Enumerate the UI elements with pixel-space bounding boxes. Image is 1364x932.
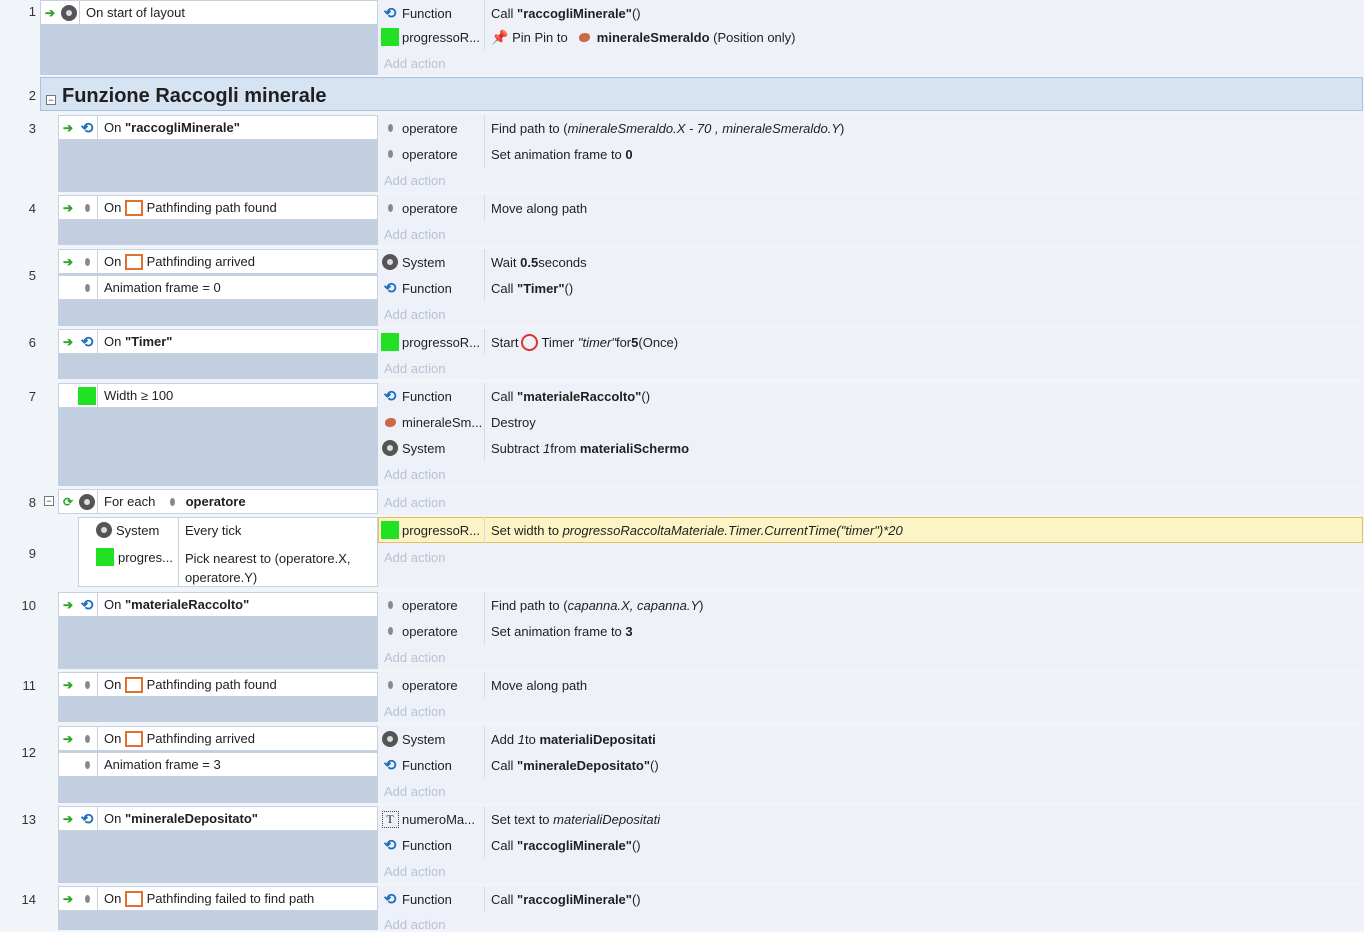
arrow-icon: ➔: [44, 5, 56, 20]
pathfinding-icon: [124, 253, 143, 270]
action-row[interactable]: ⟲ Function Call "raccogliMinerale" (): [378, 886, 641, 912]
event-number: 9: [28, 546, 36, 561]
rock-icon: [578, 32, 590, 42]
action-row[interactable]: ⟲ Function Call "raccogliMinerale" (): [378, 832, 641, 858]
pathfinding-icon: [124, 199, 143, 216]
add-action-link[interactable]: Add action: [384, 467, 445, 482]
add-action-link[interactable]: Add action: [384, 173, 445, 188]
action-row[interactable]: ⟲ Function Call "materialeRaccolto" (): [378, 383, 650, 409]
gear-icon: [382, 254, 398, 270]
event-number: 4: [28, 201, 36, 216]
add-action-link[interactable]: Add action: [384, 704, 445, 719]
event-number: 13: [21, 812, 36, 827]
action-row[interactable]: System Subtract 1 from materialiSchermo: [378, 435, 689, 461]
action-row[interactable]: System Wait 0.5 seconds: [378, 249, 587, 275]
condition-path-found[interactable]: ➔ On Pathfinding path found: [58, 672, 378, 697]
add-action-link[interactable]: Add action: [384, 227, 445, 242]
action-row[interactable]: operatore Find path to (capanna.X, capan…: [378, 592, 704, 618]
add-action-link[interactable]: Add action: [384, 650, 445, 665]
event-number: 7: [28, 389, 36, 404]
action-row[interactable]: mineraleSm... Destroy: [378, 409, 536, 435]
action-row[interactable]: operatore Set animation frame to 3: [378, 618, 633, 644]
condition-every-tick: Every tick: [185, 523, 242, 538]
event-number: 1: [28, 4, 36, 19]
action-row[interactable]: ⟲ Function Call "Timer" (): [378, 275, 573, 301]
rock-icon: [384, 417, 396, 427]
action-row[interactable]: progressoR... Start Timer "timer" for 5 …: [378, 329, 678, 355]
condition-arrived[interactable]: ➔ On Pathfinding arrived: [58, 726, 378, 751]
timer-icon: [521, 333, 539, 351]
event-number: 2: [28, 88, 36, 103]
condition-pick-nearest: Pick nearest to (operatore.X, operatore.…: [185, 551, 351, 585]
action-row[interactable]: operatore Move along path: [378, 672, 587, 698]
event-number: 5: [28, 268, 36, 283]
add-action-link[interactable]: Add action: [384, 307, 445, 322]
condition-width[interactable]: Width ≥ 100: [58, 383, 378, 408]
function-icon: ⟲: [383, 280, 397, 297]
action-row[interactable]: System Add 1 to materialiDepositati: [378, 726, 656, 752]
condition-path-failed[interactable]: ➔ On Pathfinding failed to find path: [58, 886, 378, 911]
text-object-icon: T: [381, 810, 399, 828]
add-action-link[interactable]: Add action: [384, 361, 445, 376]
event-number: 10: [21, 598, 36, 613]
action-row[interactable]: operatore Find path to (mineraleSmeraldo…: [378, 115, 844, 141]
condition-animation-frame[interactable]: Animation frame = 0: [58, 275, 378, 300]
event-number: 8: [28, 495, 36, 510]
condition-text: On start of layout: [86, 5, 185, 20]
collapse-toggle-icon[interactable]: −: [46, 95, 56, 105]
condition-path-found[interactable]: ➔ On Pathfinding path found: [58, 195, 378, 220]
action-row[interactable]: operatore Set animation frame to 0: [378, 141, 633, 167]
condition-arrived[interactable]: ➔ On Pathfinding arrived: [58, 249, 378, 274]
function-icon: ⟲: [80, 119, 94, 137]
system-gear-icon: [59, 4, 79, 21]
add-action-link[interactable]: Add action: [384, 495, 445, 510]
function-icon: ⟲: [383, 5, 397, 22]
action-row[interactable]: ⟲ Function Call "mineraleDepositato" (): [378, 752, 659, 778]
add-action-link[interactable]: Add action: [384, 56, 445, 71]
condition-on-timer[interactable]: ➔ ⟲ On "Timer": [58, 329, 378, 354]
event-number: 3: [28, 121, 36, 136]
action-row[interactable]: progressoR... Set width to progressoRacc…: [378, 517, 903, 543]
condition-on-function[interactable]: ➔ ⟲ On "materialeRaccolto": [58, 592, 378, 617]
condition-on-function[interactable]: ➔ ⟲ On "mineraleDepositato": [58, 806, 378, 831]
condition-for-each[interactable]: ⟳ For each operatore: [58, 489, 378, 514]
condition-on-function[interactable]: ➔ ⟲ On "raccogliMinerale": [58, 115, 378, 140]
group-title: Funzione Raccogli minerale: [62, 85, 327, 107]
action-row[interactable]: ⟲ Function Call "raccogliMinerale" (): [378, 0, 641, 26]
add-action-link[interactable]: Add action: [384, 864, 445, 879]
action-row[interactable]: progressoR... 📌 Pin Pin to mineraleSmera…: [378, 24, 796, 50]
action-row[interactable]: TnumeroMa... Set text to materialiDeposi…: [378, 806, 660, 832]
event-number: 14: [21, 892, 36, 907]
add-action-link[interactable]: Add action: [384, 550, 445, 565]
pin-icon: 📌: [491, 28, 509, 45]
sprite-green-icon: [380, 28, 400, 46]
add-action-link[interactable]: Add action: [384, 784, 445, 799]
event-number: 6: [28, 335, 36, 350]
event-number: 12: [21, 745, 36, 760]
condition-animation-frame[interactable]: Animation frame = 3: [58, 752, 378, 777]
condition-start-of-layout[interactable]: ➔ On start of layout: [40, 0, 378, 25]
action-row[interactable]: operatore Move along path: [378, 195, 587, 221]
collapse-toggle-icon[interactable]: −: [44, 496, 54, 506]
event-number: 11: [22, 678, 37, 693]
